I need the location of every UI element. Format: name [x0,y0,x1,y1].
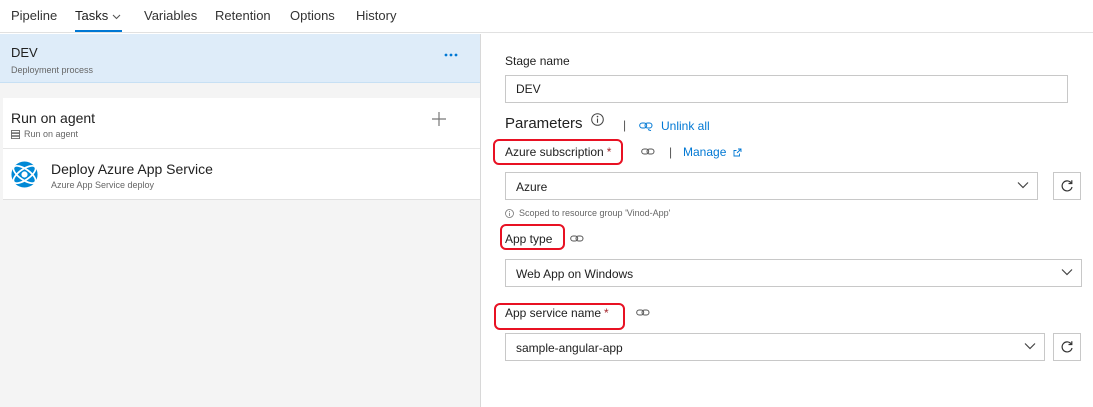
add-task-icon[interactable] [431,111,447,127]
task-item-deploy-azure-app-service[interactable]: Deploy Azure App Service Azure App Servi… [3,149,480,200]
app-type-select[interactable]: Web App on Windows [505,259,1082,287]
tab-tasks-label: Tasks [75,8,109,23]
link-icon[interactable] [570,234,584,244]
info-icon[interactable] [591,113,604,126]
stage-name-input[interactable] [505,75,1068,103]
agent-job-subtitle-row: Run on agent [11,129,78,139]
agent-job-subtitle: Run on agent [24,129,79,139]
info-icon [505,208,514,218]
refresh-subscription-button[interactable] [1053,172,1081,200]
chevron-down-icon [112,14,121,19]
unlink-icon[interactable] [639,121,653,131]
external-link-icon [733,148,742,157]
tab-history[interactable]: History [356,8,396,23]
tab-options[interactable]: Options [290,8,335,23]
tab-retention[interactable]: Retention [215,8,271,23]
agent-job-title: Run on agent [11,110,96,126]
azure-app-service-icon [11,161,38,188]
app-service-name-select[interactable]: sample-angular-app [505,333,1045,361]
process-tree-pane: DEV Deployment process Run on agent Run … [0,34,481,407]
task-subtitle: Azure App Service deploy [51,180,155,190]
separator: | [623,118,627,132]
task-title: Deploy Azure App Service [51,161,213,177]
stage-title: DEV [11,45,38,60]
required-marker: * [606,145,612,159]
pipeline-tab-bar: Pipeline Tasks Variables Retention Optio… [0,0,1093,33]
tab-pipeline[interactable]: Pipeline [11,8,57,23]
refresh-icon [1061,180,1073,192]
app-type-value: Web App on Windows [516,267,634,281]
azure-subscription-label: Azure subscription * [505,145,611,159]
stage-name-label: Stage name [505,54,570,68]
refresh-app-service-button[interactable] [1053,333,1081,361]
unlink-all-link[interactable]: Unlink all [661,119,710,133]
link-icon[interactable] [636,308,650,318]
app-service-name-label: App service name * [505,306,609,320]
azure-subscription-label-text: Azure subscription [505,145,604,159]
required-marker: * [604,306,609,320]
scope-hint: Scoped to resource group 'Vinod-App' [505,208,670,218]
separator: | [669,145,673,159]
chevron-down-icon [1061,269,1073,276]
refresh-icon [1061,341,1073,353]
tab-tasks[interactable]: Tasks [75,8,121,23]
link-icon[interactable] [641,147,655,157]
azure-subscription-select[interactable]: Azure [505,172,1038,200]
stage-subtitle: Deployment process [11,65,94,75]
tab-variables[interactable]: Variables [144,8,197,23]
app-type-label: App type [505,232,553,246]
more-options-icon[interactable] [442,48,460,62]
scope-hint-text: Scoped to resource group 'Vinod-App' [519,208,671,218]
app-service-name-label-text: App service name [505,306,602,320]
app-service-name-value: sample-angular-app [516,341,623,355]
server-icon [11,129,20,139]
chevron-down-icon [1017,182,1029,189]
active-tab-indicator [75,30,122,32]
manage-link[interactable]: Manage [683,145,742,159]
azure-subscription-value: Azure [516,180,548,194]
agent-job-item[interactable]: Run on agent Run on agent [3,98,480,149]
manage-link-label: Manage [683,145,727,159]
stage-header[interactable]: DEV Deployment process [0,34,480,83]
parameters-heading: Parameters [505,115,583,132]
chevron-down-icon [1024,343,1036,350]
